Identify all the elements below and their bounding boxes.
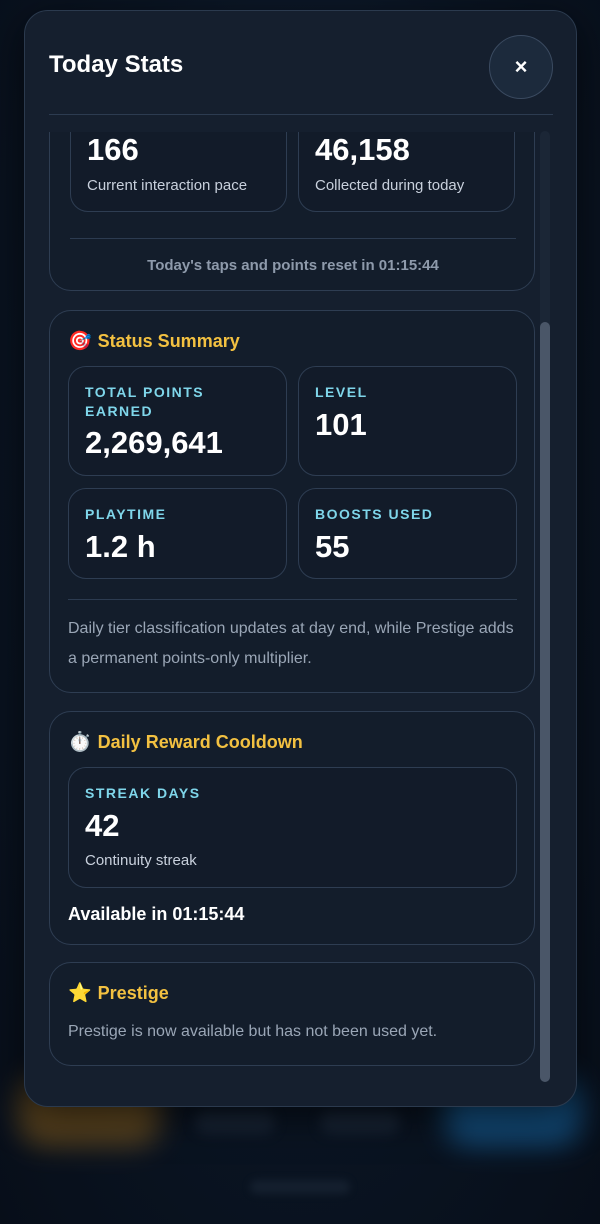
total-points-value: 2,269,641	[85, 425, 223, 460]
prestige-title-text: Prestige	[97, 982, 169, 1003]
boosts-label: BOOSTS USED	[315, 506, 434, 522]
daily-reward-card: ⏱️ Daily Reward Cooldown STREAK DAYS 42 …	[49, 711, 535, 945]
daily-reward-title-text: Daily Reward Cooldown	[97, 731, 303, 752]
pace-label: Current interaction pace	[87, 177, 248, 194]
status-summary-title-text: Status Summary	[97, 330, 240, 351]
bottom-nav-item-glow	[320, 1110, 400, 1134]
collected-label: Collected during today	[315, 177, 465, 194]
level-value: 101	[315, 407, 367, 442]
prestige-title: ⭐ Prestige	[68, 981, 169, 1005]
reset-text: Today's taps and points reset in 01:15:4…	[147, 257, 439, 274]
bottom-nav-item-glow	[195, 1110, 275, 1134]
total-points-label: TOTAL POINTS EARNED	[85, 384, 205, 419]
target-icon: 🎯	[68, 331, 92, 352]
stopwatch-icon: ⏱️	[68, 732, 92, 753]
prestige-card: ⭐ Prestige Prestige is now available but…	[49, 962, 535, 1066]
modal-scroll-area[interactable]: 166 Current interaction pace 46,158 Coll…	[25, 132, 576, 1106]
playtime-value: 1.2 h	[85, 529, 156, 564]
playtime-label: PLAYTIME	[85, 506, 167, 522]
pace-value: 166	[87, 132, 139, 167]
streak-value: 42	[85, 808, 120, 843]
modal-header: Today Stats ×	[25, 11, 576, 115]
status-summary-card: 🎯 Status Summary TOTAL POINTS EARNED 2,2…	[49, 310, 535, 693]
collected-tile: 46,158 Collected during today	[298, 132, 515, 212]
scrollbar-thumb[interactable]	[540, 322, 550, 1082]
boosts-tile: BOOSTS USED 55	[298, 488, 517, 579]
level-label: LEVEL	[315, 384, 368, 400]
streak-tile: STREAK DAYS 42 Continuity streak	[68, 767, 517, 888]
prestige-text: Prestige is now available but has not be…	[68, 1023, 438, 1040]
close-icon: ×	[514, 54, 528, 79]
streak-sub: Continuity streak	[85, 852, 197, 869]
daily-reward-title: ⏱️ Daily Reward Cooldown	[68, 730, 303, 754]
today-divider	[70, 238, 516, 239]
home-indicator	[250, 1180, 350, 1194]
status-summary-divider	[68, 599, 517, 600]
modal-title: Today Stats	[49, 51, 184, 78]
pace-tile: 166 Current interaction pace	[70, 132, 287, 212]
playtime-tile: PLAYTIME 1.2 h	[68, 488, 287, 579]
today-stats-modal: Today Stats × 166 Current interaction pa…	[24, 10, 577, 1107]
boosts-value: 55	[315, 529, 350, 564]
collected-value: 46,158	[315, 132, 410, 167]
available-text: Available in 01:15:44	[68, 904, 245, 924]
streak-label: STREAK DAYS	[85, 785, 201, 801]
header-divider	[49, 114, 553, 115]
today-card: 166 Current interaction pace 46,158 Coll…	[49, 132, 535, 291]
level-tile: LEVEL 101	[298, 366, 517, 476]
total-points-tile: TOTAL POINTS EARNED 2,269,641	[68, 366, 287, 476]
star-icon: ⭐	[68, 983, 92, 1004]
close-button[interactable]: ×	[489, 35, 553, 99]
status-summary-note: Daily tier classification updates at day…	[68, 620, 514, 667]
status-summary-title: 🎯 Status Summary	[68, 329, 240, 353]
